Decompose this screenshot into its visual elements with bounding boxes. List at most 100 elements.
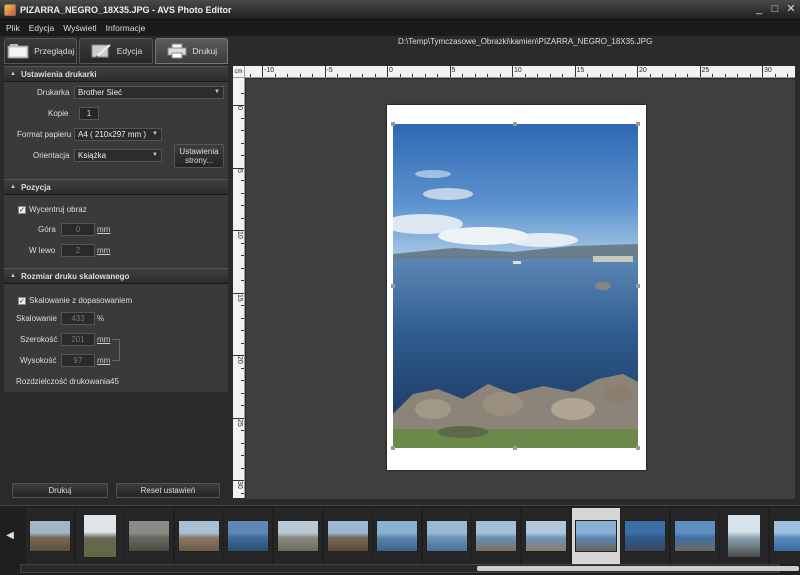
tab-browse-label: Przeglądaj — [34, 46, 75, 56]
paper-format-select[interactable]: A4 ( 210x297 mm ) ▼ — [74, 128, 162, 141]
scale-field[interactable]: 433 — [61, 312, 95, 325]
ruler-tick — [587, 74, 588, 77]
printer-select[interactable]: Brother Sieć ▼ — [74, 86, 224, 99]
ruler-tick — [749, 74, 751, 77]
filmstrip-item[interactable] — [720, 508, 769, 564]
ruler-tick — [241, 442, 244, 444]
copies-label: Kopie — [48, 109, 69, 118]
filmstrip-item[interactable] — [174, 508, 223, 564]
close-button[interactable]: ✕ — [786, 3, 796, 15]
ruler-tick — [462, 74, 463, 77]
ruler-label: -10 — [264, 67, 275, 74]
ruler-label: 5 — [236, 168, 243, 173]
filmstrip-item[interactable] — [472, 508, 521, 564]
chevron-down-icon: ▼ — [152, 131, 158, 137]
minimize-button[interactable]: _ — [754, 3, 764, 15]
printer-select-value: Brother Sieć — [78, 88, 123, 97]
filmstrip-item[interactable] — [621, 508, 670, 564]
filmstrip-item[interactable] — [770, 508, 800, 564]
crop-handle[interactable] — [391, 446, 395, 450]
ruler-tick — [424, 74, 426, 77]
printer-settings-body: Drukarka Brother Sieć ▼ Kopie 1 Format p… — [4, 82, 228, 179]
menu-view[interactable]: Wyświetl — [63, 23, 96, 33]
filmstrip-item[interactable] — [571, 508, 620, 564]
tab-browse[interactable]: Przeglądaj — [4, 38, 78, 64]
filmstrip-item[interactable] — [224, 508, 273, 564]
tab-edit[interactable]: Edycja — [79, 38, 153, 64]
menu-file[interactable]: Plik — [6, 23, 20, 33]
ruler-tick — [362, 74, 363, 77]
filmstrip-item[interactable] — [26, 508, 74, 564]
filmstrip-item[interactable] — [274, 508, 322, 564]
crop-handle[interactable] — [391, 122, 395, 126]
filmstrip-scrollbar[interactable] — [20, 564, 799, 573]
top-field[interactable]: 0 — [61, 223, 95, 236]
ruler-tick — [774, 74, 776, 77]
collapse-icon: ▲ — [10, 273, 16, 279]
width-field[interactable]: 201 — [61, 333, 95, 346]
section-position-title: Pozycja — [20, 182, 51, 192]
menu-bar: Plik Edycja Wyświetl Informacje — [0, 20, 800, 36]
menu-info[interactable]: Informacje — [106, 23, 146, 33]
thumb-street — [277, 520, 319, 552]
ruler-label: 25 — [701, 67, 710, 74]
orientation-value: Książka — [78, 151, 107, 160]
ruler-label: 0 — [236, 106, 243, 110]
left-field[interactable]: 2 — [61, 244, 95, 257]
filmstrip-item[interactable] — [373, 508, 422, 564]
crop-handle[interactable] — [636, 284, 640, 288]
ruler-tick — [249, 74, 251, 77]
copies-field[interactable]: 1 — [79, 107, 99, 120]
tab-print[interactable]: Drukuj — [154, 38, 228, 64]
ruler-tick — [662, 74, 663, 77]
scrollbar-thumb[interactable] — [477, 566, 799, 571]
ruler-tick — [487, 74, 488, 77]
section-position[interactable]: ▲ Pozycja — [4, 179, 228, 195]
print-button[interactable]: Drukuj — [12, 483, 108, 498]
center-image-checkbox[interactable]: ✓ Wycentruj obraz — [18, 205, 87, 214]
ruler-label: 15 — [236, 293, 243, 302]
filmstrip-item[interactable] — [75, 508, 124, 564]
section-scaled-print-size[interactable]: ▲ Rozmiar druku skalowanego — [4, 268, 228, 284]
crop-handle[interactable] — [513, 122, 517, 126]
filmstrip-item[interactable] — [522, 508, 570, 564]
ruler-tick — [241, 205, 244, 206]
thumb-village — [326, 520, 369, 552]
filmstrip-item[interactable] — [422, 508, 471, 564]
filmstrip-item[interactable] — [323, 508, 372, 564]
reset-settings-button[interactable]: Reset ustawień — [116, 483, 220, 498]
section-printer-settings[interactable]: ▲ Ustawienia drukarki — [4, 66, 228, 82]
left-label: W lewo — [29, 246, 56, 255]
thumb-coast1 — [475, 520, 518, 552]
collapse-icon: ▲ — [10, 184, 16, 190]
ruler-label: 15 — [576, 67, 585, 74]
ruler-tick — [449, 66, 451, 77]
maximize-button[interactable]: □ — [770, 3, 780, 15]
thumb-tree — [82, 514, 117, 558]
crop-handle[interactable] — [391, 284, 395, 288]
left-unit: mm — [97, 246, 111, 255]
center-image-label: Wycentruj obraz — [29, 205, 87, 214]
crop-handle[interactable] — [636, 446, 640, 450]
filmstrip-item[interactable] — [670, 508, 719, 564]
ruler-tick — [241, 467, 244, 469]
tab-print-label: Drukuj — [192, 46, 218, 56]
fit-scaling-checkbox[interactable]: ✓ Skalowanie z dopasowaniem — [18, 296, 132, 305]
ruler-tick — [324, 66, 326, 77]
thumb-sea3 — [624, 520, 667, 552]
page-settings-button[interactable]: Ustawienia strony... — [174, 144, 224, 168]
ruler-tick — [637, 66, 638, 77]
crop-handle[interactable] — [636, 122, 640, 126]
ruler-tick — [624, 74, 626, 77]
preview-photo[interactable] — [393, 124, 638, 448]
ruler-tick — [687, 74, 688, 77]
height-field[interactable]: 97 — [61, 354, 95, 367]
chevron-left-icon[interactable]: ◀ — [4, 526, 16, 546]
thumb-selected — [574, 520, 617, 552]
filmstrip-item[interactable] — [125, 508, 174, 564]
filmstrip: ◀ ▶ — [0, 505, 800, 575]
orientation-label: Orientacja — [33, 151, 70, 160]
crop-handle[interactable] — [513, 446, 517, 450]
menu-edit[interactable]: Edycja — [29, 23, 55, 33]
orientation-select[interactable]: Książka ▼ — [74, 149, 162, 162]
